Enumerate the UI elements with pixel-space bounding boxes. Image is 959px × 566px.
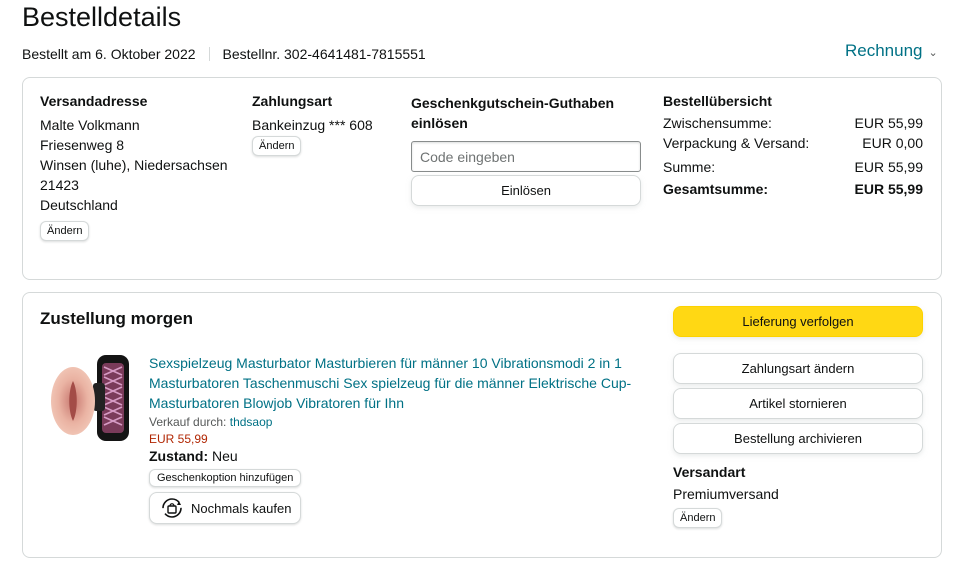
product-price: EUR 55,99	[149, 432, 208, 446]
address-country: Deutschland	[40, 197, 118, 213]
shipping-address-section: Versandadresse Malte Volkmann Friesenweg…	[40, 93, 240, 241]
subtotal-label: Zwischensumme:	[663, 115, 772, 131]
change-address-button[interactable]: Ändern	[40, 221, 90, 241]
track-delivery-button[interactable]: Lieferung verfolgen	[673, 306, 923, 337]
condition-line: Zustand: Neu	[149, 448, 649, 464]
shipping-label: Verpackung & Versand:	[663, 135, 810, 151]
summary-row-sum: Summe: EUR 55,99	[663, 156, 923, 178]
address-zip: 21423	[40, 177, 79, 193]
summary-heading: Bestellübersicht	[663, 93, 772, 109]
total-label: Gesamtsumme:	[663, 181, 769, 197]
invoice-label[interactable]: Rechnung	[845, 41, 923, 61]
seller-line: Verkauf durch: thdsaop	[149, 415, 649, 429]
shipping-type-heading: Versandart	[673, 464, 746, 480]
product-image[interactable]	[49, 353, 133, 445]
repeat-bag-icon	[159, 497, 185, 519]
change-shipping-type-button[interactable]: Ändern	[673, 508, 723, 528]
sum-label: Summe:	[663, 159, 716, 175]
address-street: Friesenweg 8	[40, 137, 125, 153]
condition-label: Zustand:	[149, 448, 209, 464]
summary-row-shipping: Verpackung & Versand: EUR 0,00	[663, 134, 923, 152]
shipping-address-heading: Versandadresse	[40, 93, 148, 109]
archive-order-button[interactable]: Bestellung archivieren	[673, 423, 923, 454]
condition-value: Neu	[212, 448, 238, 464]
payment-section: Zahlungsart Bankeinzug *** 608 Ändern	[252, 93, 402, 156]
gift-card-section: Geschenkgutschein-Guthaben einlösen Code…	[411, 93, 643, 206]
summary-row-subtotal: Zwischensumme: EUR 55,99	[663, 112, 923, 134]
change-payment-method-button[interactable]: Zahlungsart ändern	[673, 353, 923, 384]
address-city: Winsen (luhe), Niedersachsen	[40, 157, 228, 173]
gift-card-heading-line1: Geschenkgutschein-Guthaben	[411, 95, 615, 111]
add-gift-option-button[interactable]: Geschenkoption hinzufügen	[149, 469, 302, 487]
seller-label: Verkauf durch:	[149, 415, 227, 429]
delivery-heading: Zustellung morgen	[40, 309, 193, 328]
seller-link[interactable]: thdsaop	[230, 415, 273, 429]
chevron-down-icon: ⌄	[928, 46, 938, 59]
order-date: Bestellt am 6. Oktober 2022	[22, 46, 196, 62]
product-details: Sexspielzeug Masturbator Masturbieren fü…	[149, 353, 649, 524]
subtotal-value: EUR 55,99	[854, 115, 923, 131]
redeem-button[interactable]: Einlösen	[411, 175, 641, 206]
order-summary-section: Bestellübersicht Zwischensumme: EUR 55,9…	[663, 93, 925, 200]
order-info-card: Versandadresse Malte Volkmann Friesenweg…	[22, 77, 942, 280]
total-value: EUR 55,99	[854, 181, 923, 197]
shipping-type-value: Premiumversand	[673, 486, 779, 502]
change-payment-button[interactable]: Ändern	[252, 136, 302, 156]
divider	[208, 47, 210, 61]
delivery-card: Zustellung morgen Sexspielzeug Masturbat…	[22, 292, 942, 558]
shipping-value: EUR 0,00	[862, 135, 923, 151]
payment-method: Bankeinzug *** 608	[252, 117, 373, 133]
cancel-items-button[interactable]: Artikel stornieren	[673, 388, 923, 419]
shipping-type-section: Versandart Premiumversand Ändern	[673, 464, 923, 528]
invoice-dropdown[interactable]: Rechnung ⌄	[845, 41, 938, 61]
buy-again-button[interactable]: Nochmals kaufen	[149, 492, 302, 524]
product-title-link[interactable]: Sexspielzeug Masturbator Masturbieren fü…	[149, 353, 649, 413]
buy-again-label[interactable]: Nochmals kaufen	[191, 501, 291, 516]
summary-row-total: Gesamtsumme: EUR 55,99	[663, 178, 923, 200]
gift-code-input[interactable]: Code eingeben	[411, 141, 641, 172]
order-meta: Bestellt am 6. Oktober 2022 Bestellnr. 3…	[22, 46, 426, 62]
order-number: Bestellnr. 302-4641481-7815551	[222, 46, 426, 62]
payment-heading: Zahlungsart	[252, 93, 333, 109]
page-title: Bestelldetails	[22, 2, 182, 32]
address-name: Malte Volkmann	[40, 117, 140, 133]
gift-card-heading-line2: einlösen	[411, 115, 468, 131]
sum-value: EUR 55,99	[854, 159, 923, 175]
